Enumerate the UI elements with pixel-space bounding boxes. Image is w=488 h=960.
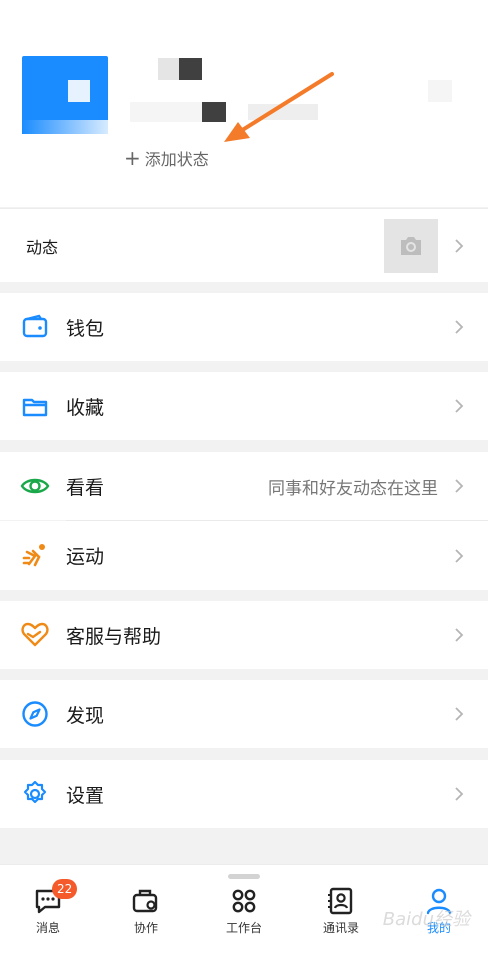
collab-icon <box>132 889 158 913</box>
chevron-right-icon <box>455 479 464 493</box>
chevron-right-icon <box>455 707 464 721</box>
chevron-right-icon <box>455 320 464 334</box>
eye-icon <box>20 471 50 501</box>
support-label: 客服与帮助 <box>66 625 162 648</box>
chevron-right-icon <box>455 787 464 801</box>
chevron-right-icon <box>455 548 464 563</box>
annotation-arrow-icon <box>224 72 334 142</box>
tab-contacts[interactable]: 通讯录 <box>309 887 373 936</box>
redacted-name <box>158 58 202 80</box>
tab-label: 通讯录 <box>322 921 359 935</box>
menu-item-settings[interactable]: 设置 <box>0 760 488 828</box>
menu-item-discover[interactable]: 发现 <box>0 680 488 748</box>
feed-row[interactable]: 动态 <box>0 208 488 282</box>
gear-icon <box>20 779 50 809</box>
profile-header: + 添加状态 <box>0 0 488 207</box>
unread-badge: 22 <box>52 879 78 899</box>
add-status-label: 添加状态 <box>144 150 209 169</box>
discover-label: 发现 <box>66 704 105 727</box>
plus-icon: + <box>124 146 141 170</box>
settings-label: 设置 <box>66 784 105 807</box>
heart-hand-icon <box>20 620 50 650</box>
compass-icon <box>20 699 50 729</box>
avatar[interactable] <box>22 56 108 134</box>
tab-messages[interactable]: 22 消息 <box>16 879 80 936</box>
favorites-label: 收藏 <box>66 396 105 419</box>
tab-workspace[interactable]: 工作台 <box>212 887 276 936</box>
wallet-label: 钱包 <box>66 317 105 340</box>
folder-icon <box>20 391 50 421</box>
tab-collab[interactable]: 协作 <box>114 887 178 936</box>
menu-item-support[interactable]: 客服与帮助 <box>0 601 488 669</box>
chevron-right-icon <box>455 399 464 413</box>
feed-label: 动态 <box>26 237 59 257</box>
redacted-info <box>130 102 226 122</box>
menu-item-watch[interactable]: 看看 同事和好友动态在这里 <box>0 452 488 520</box>
menu-item-wallet[interactable]: 钱包 <box>0 293 488 361</box>
tab-label: 工作台 <box>225 921 262 935</box>
watermark: Baidu经验 <box>382 909 470 930</box>
redacted-corner <box>428 80 452 102</box>
avatar-fade <box>22 120 108 134</box>
tab-label: 消息 <box>35 921 60 935</box>
add-status-button[interactable]: + 添加状态 <box>124 146 209 170</box>
drag-handle[interactable] <box>228 874 260 879</box>
avatar-inner <box>68 80 90 102</box>
watch-label: 看看 <box>66 476 105 499</box>
chevron-right-icon <box>455 238 464 253</box>
tab-label: 协作 <box>133 921 158 935</box>
sports-label: 运动 <box>66 546 105 568</box>
apps-grid-icon <box>232 889 256 913</box>
camera-icon[interactable] <box>384 219 438 273</box>
watch-hint: 同事和好友动态在这里 <box>268 478 438 499</box>
wallet-icon <box>20 312 50 342</box>
contacts-book-icon <box>328 887 353 915</box>
menu-item-sports[interactable]: 运动 <box>0 521 488 590</box>
menu-item-favorites[interactable]: 收藏 <box>0 372 488 440</box>
running-icon <box>20 541 50 571</box>
chevron-right-icon <box>455 628 464 642</box>
